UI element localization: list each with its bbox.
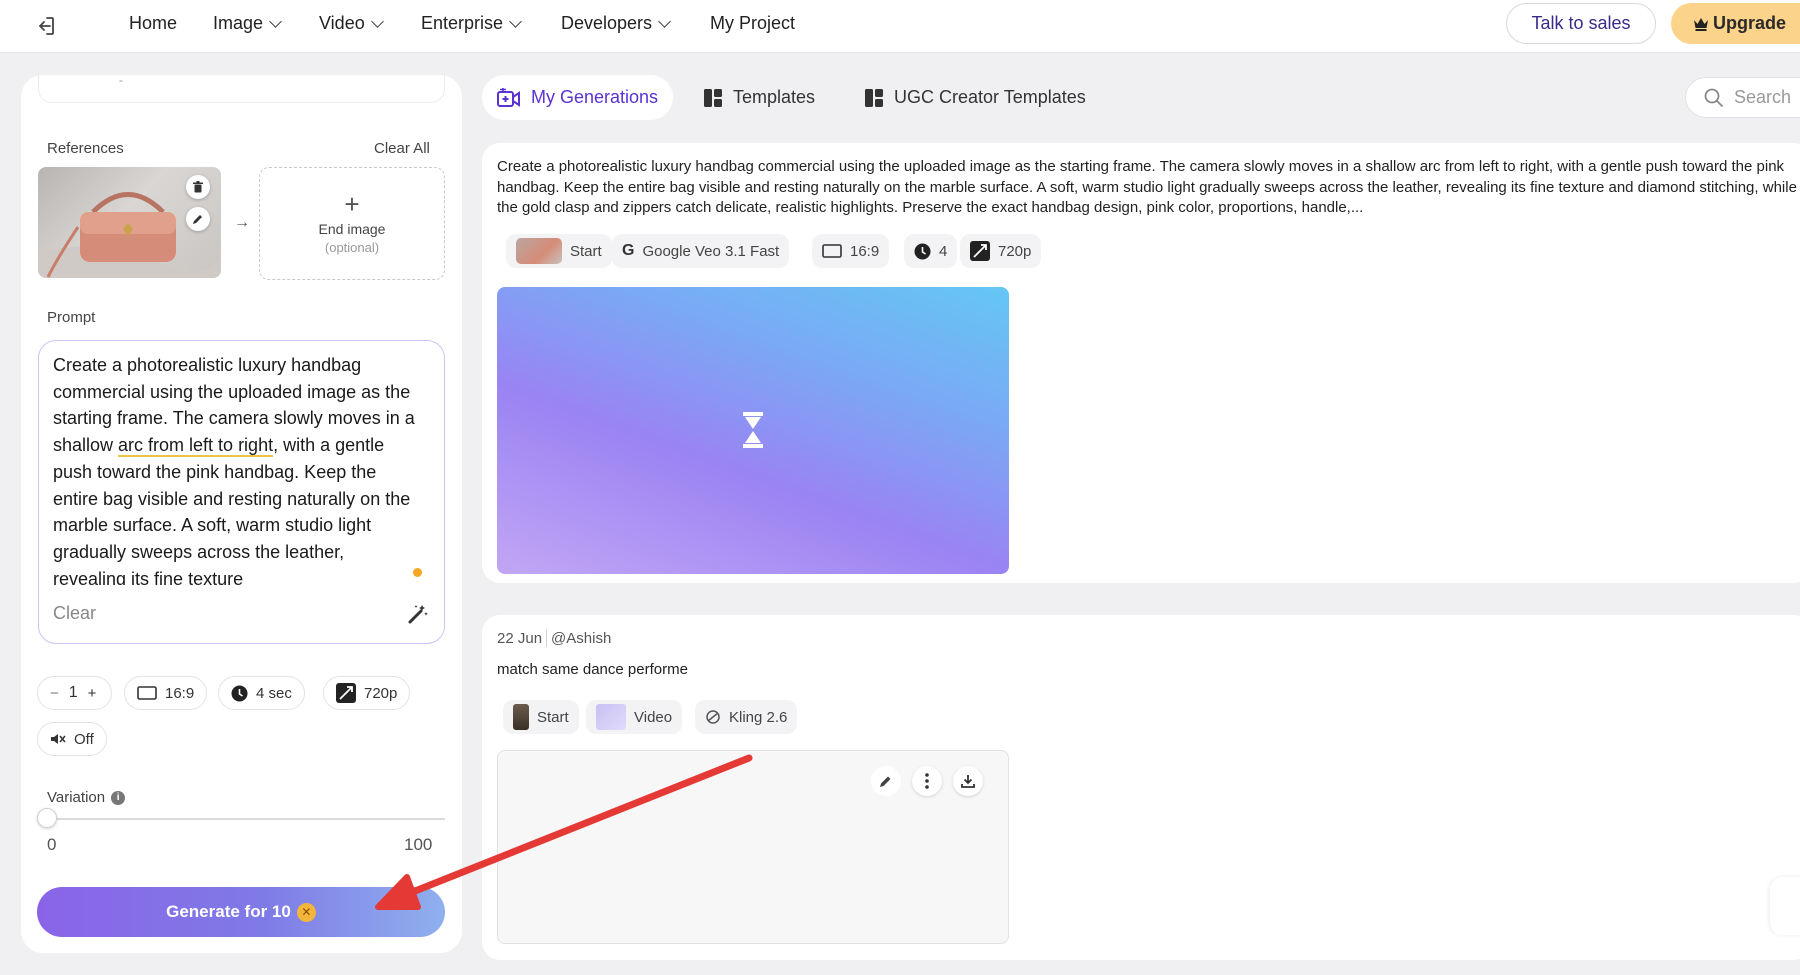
annotation-arrow <box>375 754 753 910</box>
